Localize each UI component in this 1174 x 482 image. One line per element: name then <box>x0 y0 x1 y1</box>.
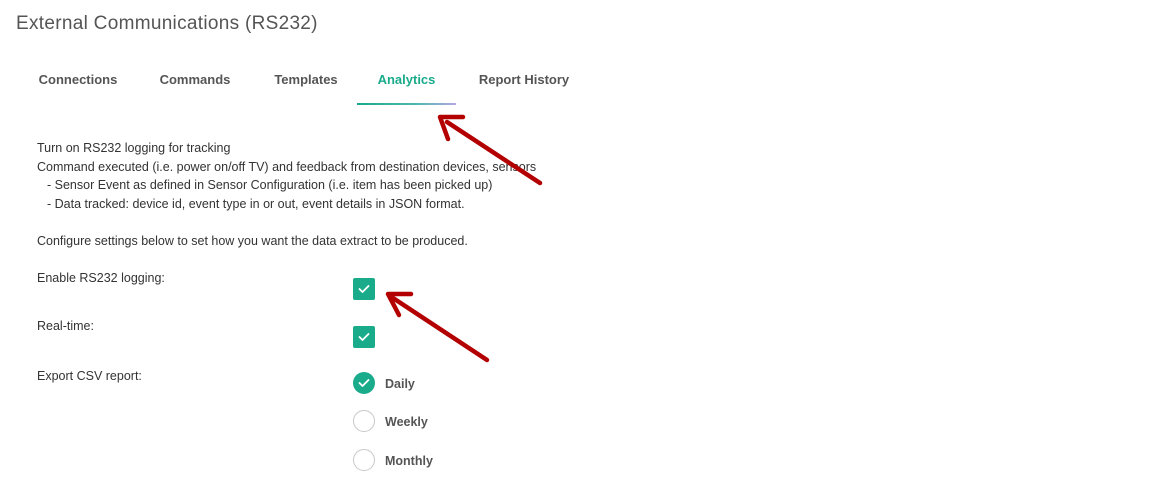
tab-report-history[interactable]: Report History <box>468 60 580 104</box>
export-monthly-label[interactable]: Monthly <box>385 454 433 468</box>
checkmark-icon <box>358 333 370 341</box>
realtime-label: Real-time: <box>37 319 94 333</box>
description-bullet: - Data tracked: device id, event type in… <box>47 196 465 211</box>
description-line: Command executed (i.e. power on/off TV) … <box>37 159 537 174</box>
enable-logging-label: Enable RS232 logging: <box>37 271 165 285</box>
page-title: External Communications (RS232) <box>16 13 318 34</box>
tab-commands[interactable]: Commands <box>147 60 243 104</box>
description-bullet: - Sensor Event as defined in Sensor Conf… <box>47 178 493 193</box>
annotation-arrow-icon <box>385 291 490 363</box>
checkmark-icon <box>358 379 370 387</box>
tab-connections[interactable]: Connections <box>26 60 130 104</box>
enable-logging-checkbox[interactable] <box>353 278 375 300</box>
export-weekly-radio[interactable] <box>353 410 375 432</box>
export-daily-radio[interactable] <box>353 372 375 394</box>
export-monthly-radio[interactable] <box>353 449 375 471</box>
tab-bar: Connections Commands Templates Analytics… <box>0 60 700 106</box>
export-weekly-label[interactable]: Weekly <box>385 415 428 429</box>
export-csv-label: Export CSV report: <box>37 369 142 383</box>
active-tab-indicator <box>357 103 456 105</box>
tab-templates[interactable]: Templates <box>261 60 351 104</box>
description-block: Turn on RS232 logging for tracking Comma… <box>37 139 536 251</box>
export-daily-label[interactable]: Daily <box>385 377 415 391</box>
checkmark-icon <box>358 285 370 293</box>
description-line: Turn on RS232 logging for tracking <box>37 141 231 155</box>
description-line: Configure settings below to set how you … <box>37 233 468 248</box>
tab-analytics[interactable]: Analytics <box>357 60 456 104</box>
realtime-checkbox[interactable] <box>353 326 375 348</box>
